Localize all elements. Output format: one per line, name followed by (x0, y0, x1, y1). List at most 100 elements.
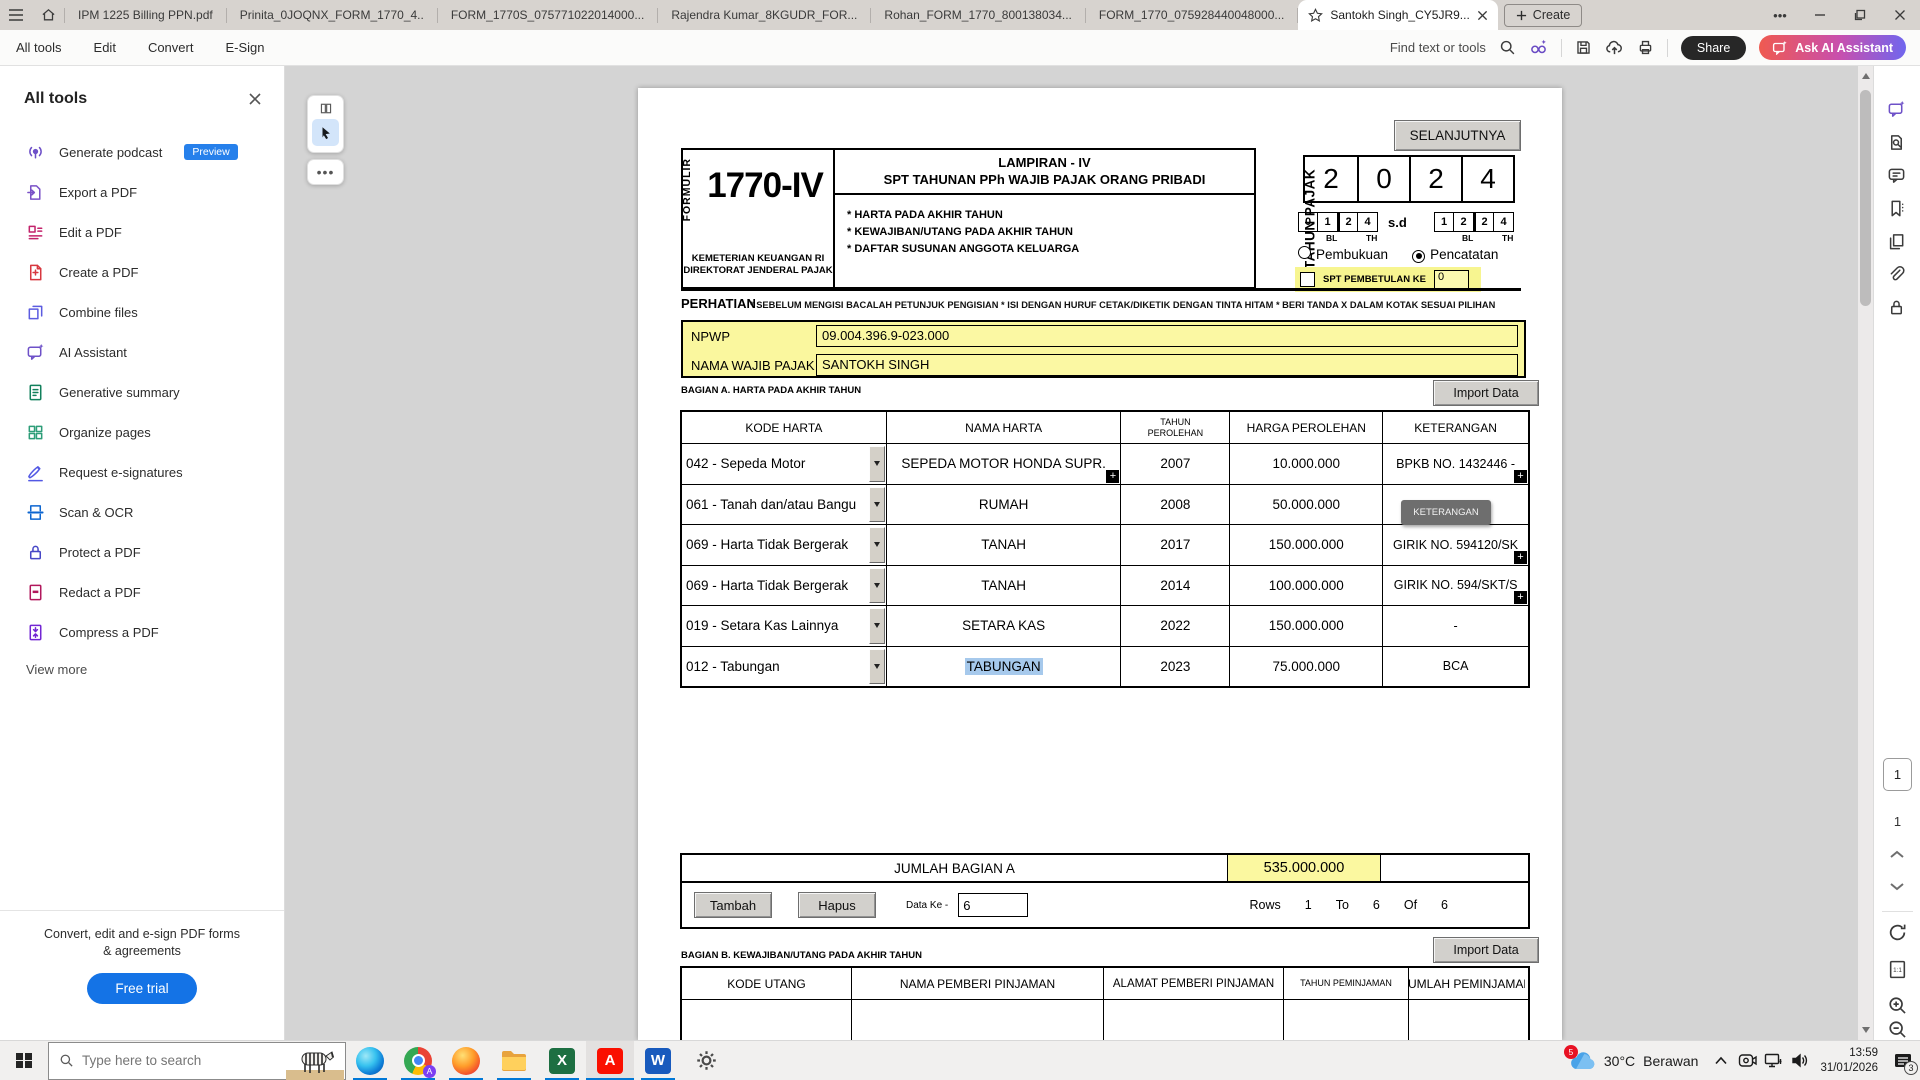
empty-cell[interactable] (1408, 1000, 1525, 1040)
nama-harta-cell[interactable]: TANAH (886, 566, 1121, 606)
notification-center-icon[interactable]: 3 (1886, 1041, 1920, 1080)
dropdown-button[interactable] (869, 568, 885, 604)
document-tab[interactable]: FORM_1770_075928440048000... (1086, 0, 1297, 30)
hapus-button[interactable]: Hapus (798, 892, 876, 918)
tahun-perolehan-cell[interactable]: 2017 (1120, 525, 1229, 565)
tahun-perolehan-cell[interactable]: 2008 (1120, 485, 1229, 525)
tool-item-scan-ocr[interactable]: Scan & OCR (0, 492, 284, 532)
document-tab[interactable]: FORM_1770S_075771022014000... (438, 0, 657, 30)
nama-harta-cell[interactable]: RUMAH (886, 485, 1121, 525)
tool-item-combine-files[interactable]: Combine files (0, 292, 284, 332)
taskbar-app-settings[interactable] (682, 1041, 730, 1080)
free-trial-button[interactable]: Free trial (87, 973, 196, 1004)
tool-item-request-e-signatures[interactable]: Request e-signatures (0, 452, 284, 492)
close-window-button[interactable] (1880, 0, 1920, 30)
find-text-label[interactable]: Find text or tools (1390, 40, 1486, 55)
empty-cell[interactable] (682, 1000, 851, 1040)
nama-wajib-pajak-field[interactable]: SANTOKH SINGH (816, 354, 1518, 376)
search-highlight-zebra-image[interactable] (286, 1044, 344, 1080)
vertical-scrollbar[interactable] (1858, 66, 1873, 1040)
search-input[interactable] (82, 1053, 252, 1068)
tool-item-generate-podcast[interactable]: Generate podcastPreview (0, 132, 284, 172)
tahun-perolehan-cell[interactable]: 2022 (1120, 606, 1229, 646)
tahun-perolehan-cell[interactable]: 2023 (1120, 647, 1229, 687)
home-icon[interactable] (32, 0, 64, 30)
minimize-button[interactable] (1800, 0, 1840, 30)
view-more-link[interactable]: View more (26, 662, 284, 677)
tahun-perolehan-cell[interactable]: 2007 (1120, 444, 1229, 484)
nama-harta-cell[interactable]: TABUNGAN (886, 647, 1121, 687)
kode-harta-cell[interactable]: 061 - Tanah dan/atau Bangu (682, 485, 886, 525)
kode-harta-cell[interactable]: 019 - Setara Kas Lainnya (682, 606, 886, 646)
dropdown-button[interactable] (869, 649, 885, 685)
expand-plus-badge[interactable]: + (1514, 470, 1527, 483)
close-tab-icon[interactable] (1477, 10, 1488, 21)
taskbar-app-word[interactable]: W (634, 1041, 682, 1080)
previous-page-icon[interactable] (1887, 848, 1907, 860)
taskbar-app-edge[interactable] (346, 1041, 394, 1080)
maximize-button[interactable] (1840, 0, 1880, 30)
nav-convert[interactable]: Convert (148, 40, 194, 55)
tool-item-redact-a-pdf[interactable]: Redact a PDF (0, 572, 284, 612)
comments-icon[interactable] (1887, 166, 1906, 185)
empty-cell[interactable] (1103, 1000, 1283, 1040)
attachments-icon[interactable] (1887, 265, 1906, 284)
expand-plus-badge[interactable]: + (1514, 591, 1527, 604)
tool-item-compress-a-pdf[interactable]: Compress a PDF (0, 612, 284, 652)
zoom-out-icon[interactable] (1887, 1019, 1908, 1040)
harga-perolehan-cell[interactable]: 50.000.000 (1229, 485, 1382, 525)
next-page-icon[interactable] (1887, 881, 1907, 893)
import-data-a-button[interactable]: Import Data (1433, 380, 1539, 406)
empty-cell[interactable] (1283, 1000, 1408, 1040)
harga-perolehan-cell[interactable]: 150.000.000 (1229, 606, 1382, 646)
nama-harta-cell[interactable]: SEPEDA MOTOR HONDA SUPR.+ (886, 444, 1121, 484)
save-icon[interactable] (1575, 39, 1592, 56)
selanjutnya-button[interactable]: SELANJUTNYA (1394, 120, 1521, 151)
more-options-icon[interactable]: ••• (1760, 0, 1800, 30)
taskbar-app-excel[interactable]: X (538, 1041, 586, 1080)
pencatatan-radio[interactable] (1412, 250, 1425, 263)
harga-perolehan-cell[interactable]: 150.000.000 (1229, 525, 1382, 565)
document-tab[interactable]: Rohan_FORM_1770_800138034... (871, 0, 1084, 30)
pembukuan-radio[interactable] (1298, 246, 1311, 259)
print-icon[interactable] (1637, 39, 1654, 56)
harga-perolehan-cell[interactable]: 10.000.000 (1229, 444, 1382, 484)
keterangan-cell[interactable]: GIRIK NO. 594/SKT/S+ (1382, 566, 1528, 606)
harga-perolehan-cell[interactable]: 75.000.000 (1229, 647, 1382, 687)
keterangan-cell[interactable]: - (1382, 606, 1528, 646)
scrollbar-thumb[interactable] (1860, 90, 1871, 306)
taskbar-app-chrome[interactable]: A (394, 1041, 442, 1080)
tool-item-protect-a-pdf[interactable]: Protect a PDF (0, 532, 284, 572)
keterangan-cell[interactable]: GIRIK NO. 594120/SK+ (1382, 525, 1528, 565)
document-tab[interactable]: IPM 1225 Billing PPN.pdf (65, 0, 226, 30)
hidden-icons-chevron[interactable] (1708, 1041, 1734, 1080)
import-data-b-button[interactable]: Import Data (1433, 937, 1539, 963)
nama-harta-cell[interactable]: TANAH (886, 525, 1121, 565)
nav-e-sign[interactable]: E-Sign (225, 40, 264, 55)
expand-plus-badge[interactable]: + (1106, 470, 1119, 483)
document-tab[interactable]: Rajendra Kumar_8KGUDR_FOR... (658, 0, 870, 30)
create-button[interactable]: Create (1504, 4, 1583, 27)
spt-pembetulan-checkbox[interactable] (1300, 272, 1315, 287)
tool-item-ai-assistant[interactable]: AI Assistant (0, 332, 284, 372)
keterangan-cell[interactable]: BPKB NO. 1432446 -+ (1382, 444, 1528, 484)
search-icon[interactable] (1499, 39, 1516, 56)
select-tool-button[interactable] (312, 119, 339, 146)
tool-item-create-a-pdf[interactable]: Create a PDF (0, 252, 284, 292)
ai-assistant-icon[interactable] (1887, 100, 1906, 119)
data-ke-input[interactable] (958, 893, 1028, 917)
nav-all-tools[interactable]: All tools (16, 40, 62, 55)
active-document-tab[interactable]: Santokh Singh_CY5JR9... (1298, 0, 1497, 30)
ask-ai-assistant-button[interactable]: Ask AI Assistant (1759, 35, 1906, 60)
taskbar-app-firefox[interactable] (442, 1041, 490, 1080)
nama-harta-cell[interactable]: SETARA KAS (886, 606, 1121, 646)
tambah-button[interactable]: Tambah (694, 892, 772, 918)
weather-widget[interactable]: 5 30°C Berawan (1559, 1051, 1709, 1070)
page-number-input[interactable] (1883, 758, 1912, 791)
close-panel-icon[interactable] (248, 92, 262, 106)
panel-layout-icon[interactable] (319, 102, 333, 115)
nav-edit[interactable]: Edit (94, 40, 116, 55)
scroll-up-arrow[interactable] (1858, 68, 1873, 84)
hamburger-menu-icon[interactable] (0, 0, 32, 30)
kode-harta-cell[interactable]: 069 - Harta Tidak Bergerak (682, 566, 886, 606)
